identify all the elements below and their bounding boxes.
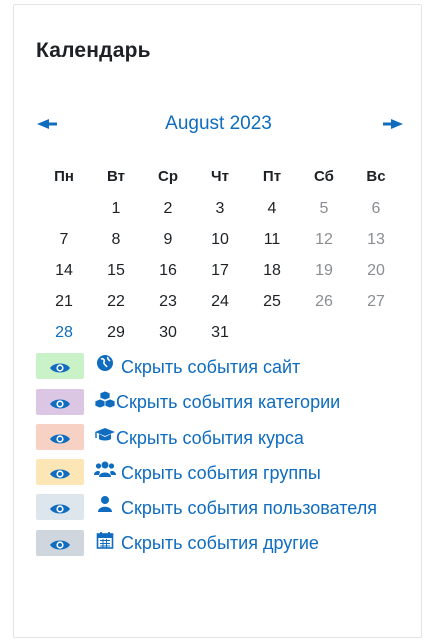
calendar-day[interactable]: 14 (38, 255, 90, 286)
calendar-day[interactable]: 26 (298, 286, 350, 317)
calendar-day[interactable]: 21 (38, 286, 90, 317)
weekday-sat: Сб (314, 168, 334, 185)
weekday-thu: Чт (211, 168, 229, 185)
legend-label-category[interactable]: Скрыть события категории (116, 392, 340, 412)
calendar-day[interactable]: 6 (350, 193, 402, 224)
graduation-cap-icon (94, 421, 116, 453)
legend-item-site[interactable]: Скрыть события сайт (36, 351, 416, 384)
calendar-week-row: 7 8 9 10 11 12 13 (38, 224, 402, 255)
calendar-day[interactable]: 4 (246, 193, 298, 224)
cubes-icon (94, 386, 116, 418)
legend-label-course[interactable]: Скрыть события курса (116, 428, 304, 448)
weekday-mon: Пн (54, 168, 74, 185)
calendar-empty-cell (38, 193, 90, 224)
weekday-wed: Ср (158, 168, 178, 185)
current-month-link[interactable]: August 2023 (14, 113, 423, 135)
calendar-day[interactable]: 1 (90, 193, 142, 224)
legend-item-group[interactable]: Скрыть события группы (36, 457, 416, 490)
calendar-empty-cell (246, 317, 298, 348)
calendar-day[interactable]: 3 (194, 193, 246, 224)
calendar-day[interactable]: 28 (38, 317, 90, 348)
calendar-day[interactable]: 31 (194, 317, 246, 348)
calendar-week-row: 21 22 23 24 25 26 27 (38, 286, 402, 317)
eye-icon[interactable] (36, 353, 84, 380)
weekday-sun: Вс (366, 168, 386, 185)
legend-item-user[interactable]: Скрыть события пользователя (36, 492, 416, 525)
calendar-block: Календарь August 2023 Пн Вт Ср Чт Пт Сб … (13, 4, 422, 638)
legend-item-category[interactable]: Скрыть события категории (36, 386, 416, 419)
calendar-day[interactable]: 29 (90, 317, 142, 348)
calendar-day[interactable]: 8 (90, 224, 142, 255)
calendar-grid: Пн Вт Ср Чт Пт Сб Вс 1 2 3 4 5 6 7 8 9 10 11 12 13 14… (38, 160, 402, 348)
event-filter-legend: Скрыть события сайт Скрыть события катег… (36, 351, 416, 563)
eye-icon[interactable] (36, 529, 84, 556)
calendar-day[interactable]: 12 (298, 224, 350, 255)
calendar-day[interactable]: 7 (38, 224, 90, 255)
weekday-fri: Пт (262, 168, 282, 185)
calendar-day[interactable]: 20 (350, 255, 402, 286)
globe-icon (94, 350, 116, 382)
block-title: Календарь (36, 39, 151, 62)
eye-icon[interactable] (36, 388, 84, 415)
eye-icon[interactable] (36, 494, 84, 521)
weekday-header-row: Пн Вт Ср Чт Пт Сб Вс (38, 160, 402, 193)
calendar-day[interactable]: 16 (142, 255, 194, 286)
calendar-day[interactable]: 23 (142, 286, 194, 317)
calendar-day[interactable]: 9 (142, 224, 194, 255)
legend-label-user[interactable]: Скрыть события пользователя (121, 498, 377, 518)
eye-icon[interactable] (36, 459, 84, 485)
calendar-week-row: 123456 (38, 193, 402, 224)
calendar-day[interactable]: 15 (90, 255, 142, 286)
calendar-empty-cell (298, 317, 350, 348)
calendar-day[interactable]: 11 (246, 224, 298, 255)
calendar-day[interactable]: 18 (246, 255, 298, 286)
legend-item-other[interactable]: Скрыть события другие (36, 527, 416, 560)
calendar-week-row: 28 29 30 31 (38, 317, 402, 348)
calendar-empty-cell (350, 317, 402, 348)
calendar-icon (94, 527, 116, 559)
calendar-day[interactable]: 13 (350, 224, 402, 255)
legend-label-site[interactable]: Скрыть события сайт (121, 357, 300, 377)
legend-label-group[interactable]: Скрыть события группы (121, 463, 321, 483)
weekday-tue: Вт (107, 168, 125, 185)
user-icon (94, 491, 116, 523)
calendar-day[interactable]: 25 (246, 286, 298, 317)
eye-icon[interactable] (36, 423, 84, 450)
users-icon (94, 456, 116, 488)
calendar-day[interactable]: 19 (298, 255, 350, 286)
calendar-day[interactable]: 5 (298, 193, 350, 224)
arrow-right-icon[interactable] (383, 117, 403, 133)
legend-label-other[interactable]: Скрыть события другие (121, 533, 319, 553)
calendar-day[interactable]: 27 (350, 286, 402, 317)
calendar-day[interactable]: 17 (194, 255, 246, 286)
calendar-day[interactable]: 22 (90, 286, 142, 317)
legend-item-course[interactable]: Скрыть события курса (36, 422, 416, 455)
calendar-day[interactable]: 10 (194, 224, 246, 255)
calendar-day[interactable]: 30 (142, 317, 194, 348)
calendar-day[interactable]: 2 (142, 193, 194, 224)
calendar-day[interactable]: 24 (194, 286, 246, 317)
calendar-week-row: 14 15 16 17 18 19 20 (38, 255, 402, 286)
